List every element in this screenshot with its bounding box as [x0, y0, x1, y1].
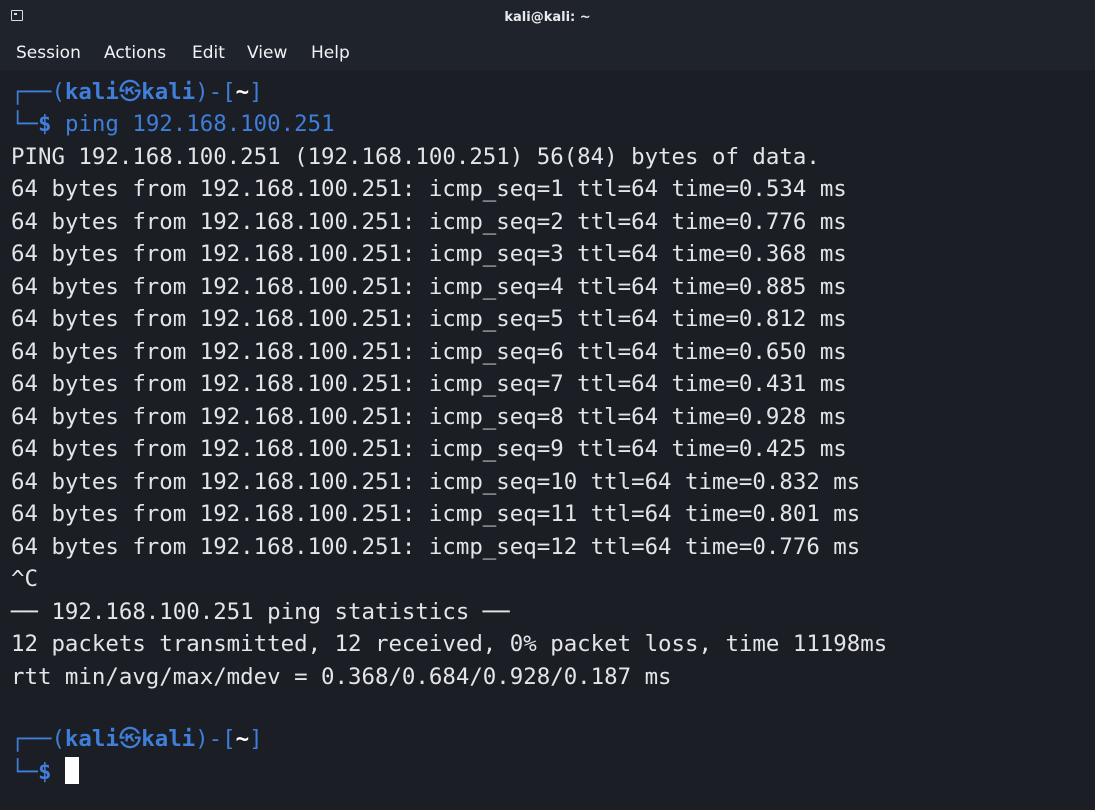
output-line: 64 bytes from 192.168.100.251: icmp_seq=…	[11, 274, 847, 300]
prompt-path: ~	[235, 726, 250, 752]
menu-actions[interactable]: Actions	[104, 36, 166, 70]
prompt-user: kali	[64, 726, 119, 752]
output-line: 64 bytes from 192.168.100.251: icmp_seq=…	[11, 534, 861, 560]
output-line: 64 bytes from 192.168.100.251: icmp_seq=…	[11, 371, 847, 397]
output-line: ^C	[11, 566, 38, 592]
output-line: 64 bytes from 192.168.100.251: icmp_seq=…	[11, 241, 847, 267]
prompt-line-top: ┌──(kali㉿kali)-[~]	[11, 76, 263, 108]
menu-session[interactable]: Session	[16, 36, 81, 70]
kali-skull-icon: ㉿	[118, 79, 142, 105]
menu-help[interactable]: Help	[311, 36, 350, 70]
prompt-host: kali	[141, 79, 196, 105]
output-line: rtt min/avg/max/mdev = 0.368/0.684/0.928…	[11, 664, 672, 690]
output-line: PING 192.168.100.251 (192.168.100.251) 5…	[11, 144, 820, 170]
prompt-frame: ┌──(	[11, 79, 65, 105]
prompt-user: kali	[64, 79, 119, 105]
prompt-frame: ]	[249, 726, 263, 752]
title-bar: kali@kali: ~	[0, 0, 1095, 36]
prompt-symbol: $	[37, 111, 52, 137]
prompt-line-top: ┌──(kali㉿kali)-[~]	[11, 723, 263, 755]
output-line: 64 bytes from 192.168.100.251: icmp_seq=…	[11, 339, 847, 365]
prompt-frame: )-[	[195, 79, 236, 105]
input-line[interactable]: └─$	[11, 756, 79, 788]
prompt-frame: └─	[11, 759, 38, 785]
kali-skull-icon: ㉿	[118, 726, 142, 752]
output-line: 64 bytes from 192.168.100.251: icmp_seq=…	[11, 209, 847, 235]
output-line: 64 bytes from 192.168.100.251: icmp_seq=…	[11, 501, 861, 527]
output-line: 64 bytes from 192.168.100.251: icmp_seq=…	[11, 306, 847, 332]
prompt-frame: )-[	[195, 726, 236, 752]
command-text: ping 192.168.100.251	[64, 111, 335, 137]
prompt-symbol: $	[37, 759, 52, 785]
prompt-frame: ]	[249, 79, 263, 105]
output-line: 64 bytes from 192.168.100.251: icmp_seq=…	[11, 469, 861, 495]
output-line: 12 packets transmitted, 12 received, 0% …	[11, 631, 888, 657]
command-line: └─$ ping 192.168.100.251	[11, 108, 335, 140]
output-line: 64 bytes from 192.168.100.251: icmp_seq=…	[11, 404, 847, 430]
terminal-area[interactable]: ┌──(kali㉿kali)-[~] └─$ ping 192.168.100.…	[0, 70, 1095, 810]
window-title: kali@kali: ~	[504, 10, 591, 25]
output-line: ── 192.168.100.251 ping statistics ──	[11, 599, 510, 625]
output-line: 64 bytes from 192.168.100.251: icmp_seq=…	[11, 176, 847, 202]
menu-edit[interactable]: Edit	[192, 36, 225, 70]
menu-bar: Session Actions Edit View Help	[0, 36, 1095, 70]
prompt-frame: ┌──(	[11, 726, 65, 752]
menu-view[interactable]: View	[247, 36, 287, 70]
prompt-frame: └─	[11, 111, 38, 137]
prompt-host: kali	[141, 726, 196, 752]
prompt-path: ~	[235, 79, 250, 105]
output-line: 64 bytes from 192.168.100.251: icmp_seq=…	[11, 436, 847, 462]
text-cursor	[64, 757, 79, 784]
